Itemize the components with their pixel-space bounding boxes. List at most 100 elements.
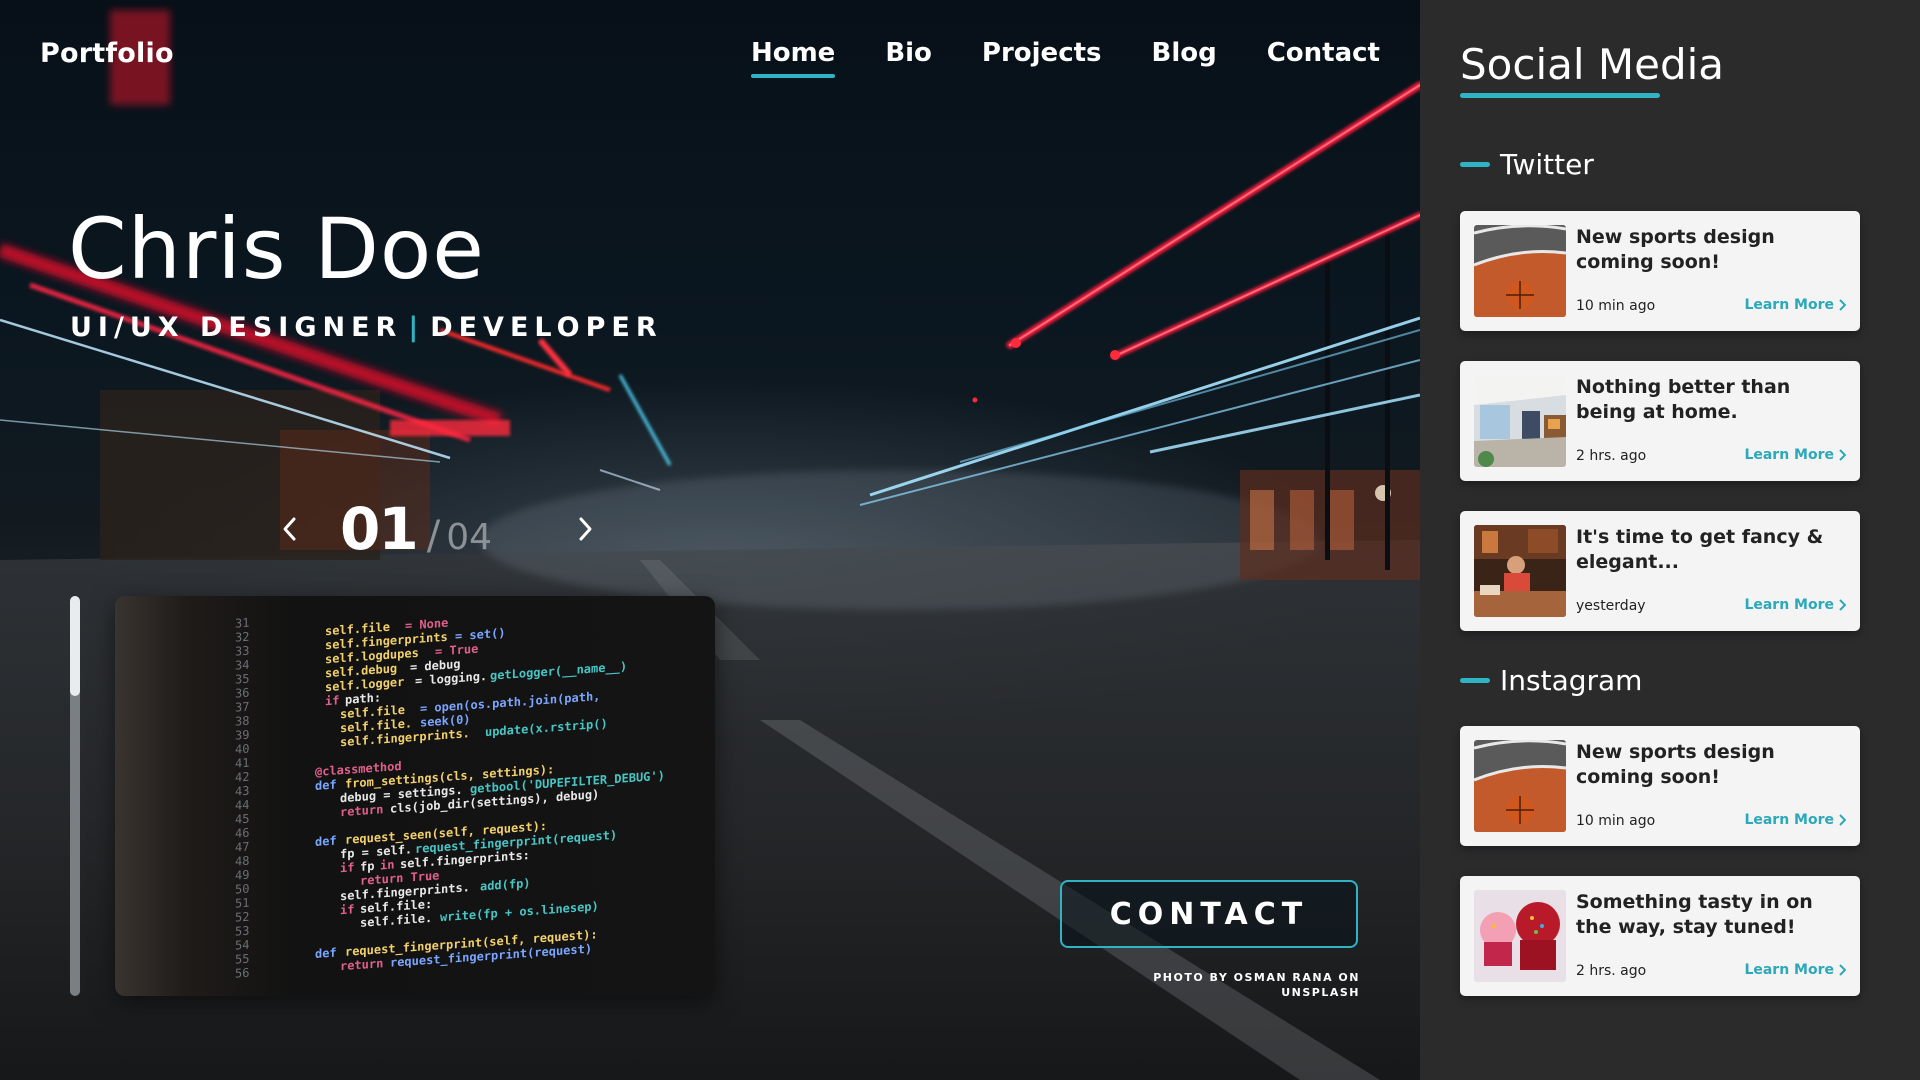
- svg-text:if: if: [325, 693, 339, 708]
- svg-text:52: 52: [235, 910, 249, 925]
- nav-link-bio[interactable]: Bio: [885, 38, 932, 78]
- chevron-left-icon[interactable]: [275, 509, 305, 549]
- svg-text:33: 33: [235, 644, 249, 659]
- svg-text:38: 38: [235, 714, 249, 729]
- post-time: 10 min ago: [1576, 298, 1656, 314]
- chevron-right-icon: [1839, 299, 1846, 311]
- slider-controls: 01 / 04: [275, 495, 600, 563]
- svg-text:48: 48: [235, 854, 249, 869]
- svg-text:56: 56: [235, 966, 249, 981]
- svg-text:= open(os.path.join(path,: = open(os.path.join(path,: [420, 689, 600, 716]
- contact-button[interactable]: CONTACT: [1060, 880, 1358, 948]
- project-preview-image[interactable]: 31 32 33 34 35 36 37 38 39 40 41 42 43 44 45 46 47 4…: [115, 596, 715, 996]
- post-time: 10 min ago: [1576, 813, 1656, 829]
- chevron-right-icon: [1839, 599, 1846, 611]
- svg-text:45: 45: [235, 812, 249, 827]
- nav-link-projects[interactable]: Projects: [982, 38, 1102, 78]
- instagram-post-card[interactable]: New sports design coming soon! 10 min ag…: [1460, 726, 1860, 846]
- svg-text:39: 39: [235, 728, 249, 743]
- twitter-post-card[interactable]: Nothing better than being at home. 2 hrs…: [1460, 361, 1860, 481]
- slide-total: 04: [446, 517, 493, 558]
- main-nav: Home Bio Projects Blog Contact: [750, 38, 1380, 78]
- svg-text:if: if: [340, 860, 354, 875]
- learn-more-link[interactable]: Learn More: [1744, 447, 1846, 463]
- logo[interactable]: Portfolio: [40, 38, 174, 69]
- svg-text:add(fp): add(fp): [480, 876, 531, 894]
- svg-text:36: 36: [235, 686, 249, 701]
- twitter-post-card[interactable]: New sports design coming soon! 10 min ag…: [1460, 211, 1860, 331]
- nav-link-home[interactable]: Home: [750, 38, 836, 78]
- svg-text:35: 35: [235, 672, 249, 687]
- instagram-label: Instagram: [1500, 664, 1643, 697]
- svg-text:if: if: [340, 902, 354, 917]
- slide-progress-fill: [70, 596, 80, 696]
- post-time: yesterday: [1576, 598, 1646, 614]
- sidebar-title-underline: [1460, 93, 1660, 98]
- svg-text:53: 53: [235, 924, 249, 939]
- learn-more-link[interactable]: Learn More: [1744, 962, 1846, 978]
- svg-text:47: 47: [235, 840, 249, 855]
- slide-counter: 01 / 04: [340, 495, 525, 563]
- post-text: Something tasty in on the way, stay tune…: [1576, 891, 1813, 938]
- svg-text:32: 32: [235, 630, 249, 645]
- svg-text:write(fp + os.linesep): write(fp + os.linesep): [440, 899, 599, 924]
- svg-text:37: 37: [235, 700, 249, 715]
- learn-more-label: Learn More: [1744, 597, 1834, 613]
- slide-current: 01: [340, 495, 419, 563]
- role-developer: DEVELOPER: [430, 312, 663, 343]
- post-text: New sports design coming soon!: [1576, 741, 1775, 788]
- learn-more-link[interactable]: Learn More: [1744, 597, 1846, 613]
- cupcakes-thumbnail: [1474, 890, 1566, 982]
- instagram-post-card[interactable]: Something tasty in on the way, stay tune…: [1460, 876, 1860, 996]
- svg-text:50: 50: [235, 882, 249, 897]
- learn-more-label: Learn More: [1744, 962, 1834, 978]
- chevron-right-icon[interactable]: [570, 509, 600, 549]
- svg-text:41: 41: [235, 756, 249, 771]
- svg-text:def: def: [315, 834, 337, 849]
- hero-section: Portfolio Home Bio Projects Blog Contact…: [0, 0, 1420, 1080]
- svg-text:51: 51: [235, 896, 249, 911]
- post-time: 2 hrs. ago: [1576, 448, 1647, 464]
- svg-text:42: 42: [235, 770, 249, 785]
- svg-text:55: 55: [235, 952, 249, 967]
- svg-text:return: return: [340, 956, 383, 973]
- slide-progress-bar[interactable]: [70, 596, 80, 996]
- twitter-post-card[interactable]: It's time to get fancy & elegant... yest…: [1460, 511, 1860, 631]
- chevron-right-icon: [1839, 449, 1846, 461]
- svg-text:46: 46: [235, 826, 249, 841]
- nav-link-blog[interactable]: Blog: [1152, 38, 1217, 78]
- photo-credit: PHOTO BY OSMAN RANA ON UNSPLASH: [1153, 971, 1360, 999]
- learn-more-link[interactable]: Learn More: [1744, 812, 1846, 828]
- chevron-right-icon: [1839, 814, 1846, 826]
- twitter-section-header: Twitter: [1460, 148, 1594, 181]
- svg-text:in: in: [380, 857, 394, 872]
- svg-text:fp: fp: [360, 859, 374, 874]
- svg-text:40: 40: [235, 742, 249, 757]
- post-text: Nothing better than being at home.: [1576, 376, 1791, 423]
- room-thumbnail: [1474, 375, 1566, 467]
- post-text: It's time to get fancy & elegant...: [1576, 526, 1824, 573]
- hero-role: UI/UX DESIGNER | DEVELOPER: [70, 312, 663, 343]
- svg-text:54: 54: [235, 938, 249, 953]
- post-text: New sports design coming soon!: [1576, 226, 1775, 273]
- basketball-thumbnail: [1474, 740, 1566, 832]
- slide-separator: /: [426, 513, 441, 559]
- nav-link-contact[interactable]: Contact: [1267, 38, 1380, 78]
- role-designer: UI/UX DESIGNER: [70, 312, 403, 343]
- learn-more-link[interactable]: Learn More: [1744, 297, 1846, 313]
- instagram-section-header: Instagram: [1460, 664, 1642, 697]
- code-screenshot-illustration: 313233 343536 373839 404142 434445 46474…: [235, 616, 665, 981]
- social-media-sidebar: Social Media Twitter New sports design c…: [1420, 0, 1920, 1080]
- section-dash: [1460, 678, 1490, 683]
- learn-more-label: Learn More: [1744, 447, 1834, 463]
- sidebar-title: Social Media: [1460, 40, 1725, 89]
- twitter-label: Twitter: [1500, 148, 1594, 181]
- basketball-thumbnail: [1474, 225, 1566, 317]
- role-separator: |: [408, 312, 425, 343]
- post-time: 2 hrs. ago: [1576, 963, 1647, 979]
- svg-text:getLogger(__name__): getLogger(__name__): [490, 659, 627, 684]
- svg-text:= set(): = set(): [455, 626, 506, 644]
- svg-text:update(x.rstrip(): update(x.rstrip(): [485, 717, 608, 740]
- svg-text:31: 31: [235, 616, 249, 631]
- svg-text:34: 34: [235, 658, 249, 673]
